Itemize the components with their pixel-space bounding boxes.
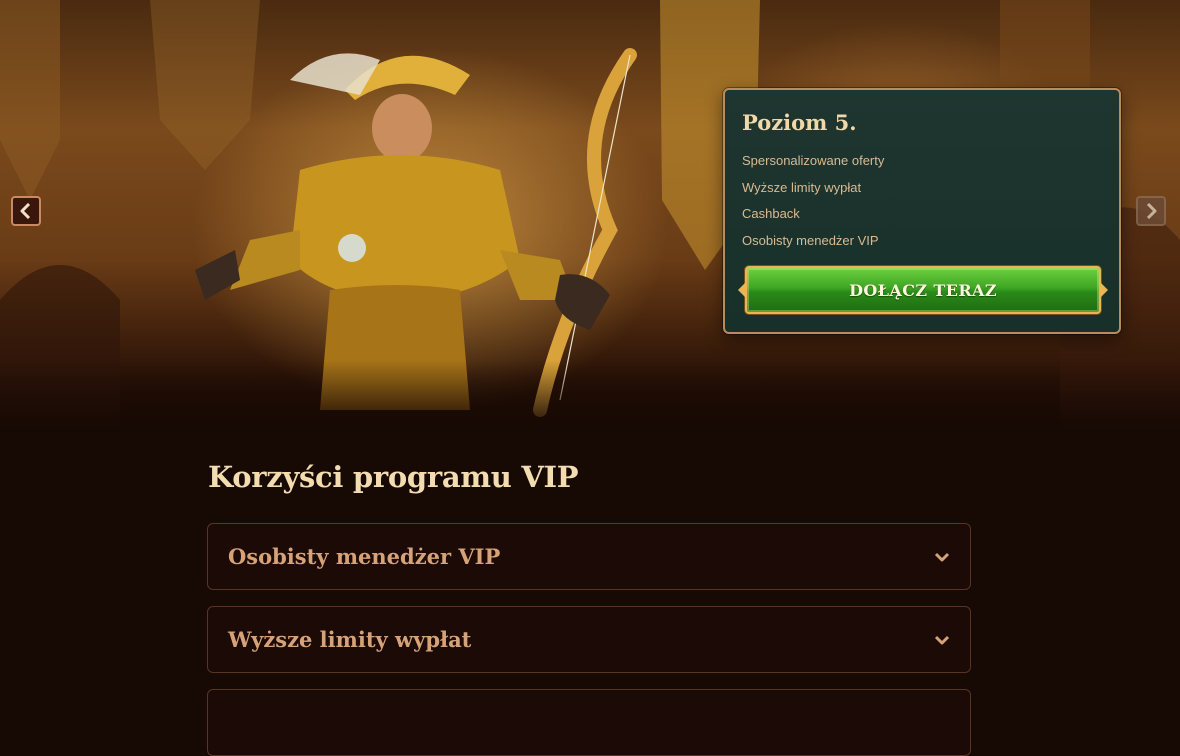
- carousel-next-button[interactable]: [1136, 196, 1166, 226]
- level-feature-item: Spersonalizowane oferty: [742, 153, 885, 168]
- vip-benefits-heading: Korzyści programu VIP: [208, 460, 579, 494]
- chevron-left-icon: [20, 203, 31, 219]
- level-feature-item: Cashback: [742, 206, 800, 221]
- chevron-right-icon: [1146, 203, 1157, 219]
- level-feature-list: Spersonalizowane oferty Wyższe limity wy…: [742, 153, 884, 259]
- level-title: Poziom 5.: [742, 110, 857, 135]
- chevron-down-icon: [934, 635, 950, 645]
- chevron-down-icon: [934, 552, 950, 562]
- level-card: Poziom 5. Spersonalizowane oferty Wyższe…: [723, 88, 1121, 334]
- carousel-prev-button[interactable]: [11, 196, 41, 226]
- hero-banner: Poziom 5. Spersonalizowane oferty Wyższe…: [0, 0, 1180, 430]
- accordion-item-personal-manager[interactable]: Osobisty menedżer VIP: [207, 523, 971, 590]
- level-feature-item: Wyższe limity wypłat: [742, 179, 862, 195]
- join-now-button[interactable]: DOŁĄCZ TERAZ: [738, 266, 1108, 314]
- accordion-item-label: Wyższe limity wypłat: [228, 627, 472, 652]
- level-feature-item: Osobisty menedżer VIP: [742, 232, 879, 248]
- accordion-item-higher-limits[interactable]: Wyższe limity wypłat: [207, 606, 971, 673]
- accordion-item-label: Osobisty menedżer VIP: [228, 544, 501, 569]
- accordion-item-partial[interactable]: [207, 689, 971, 756]
